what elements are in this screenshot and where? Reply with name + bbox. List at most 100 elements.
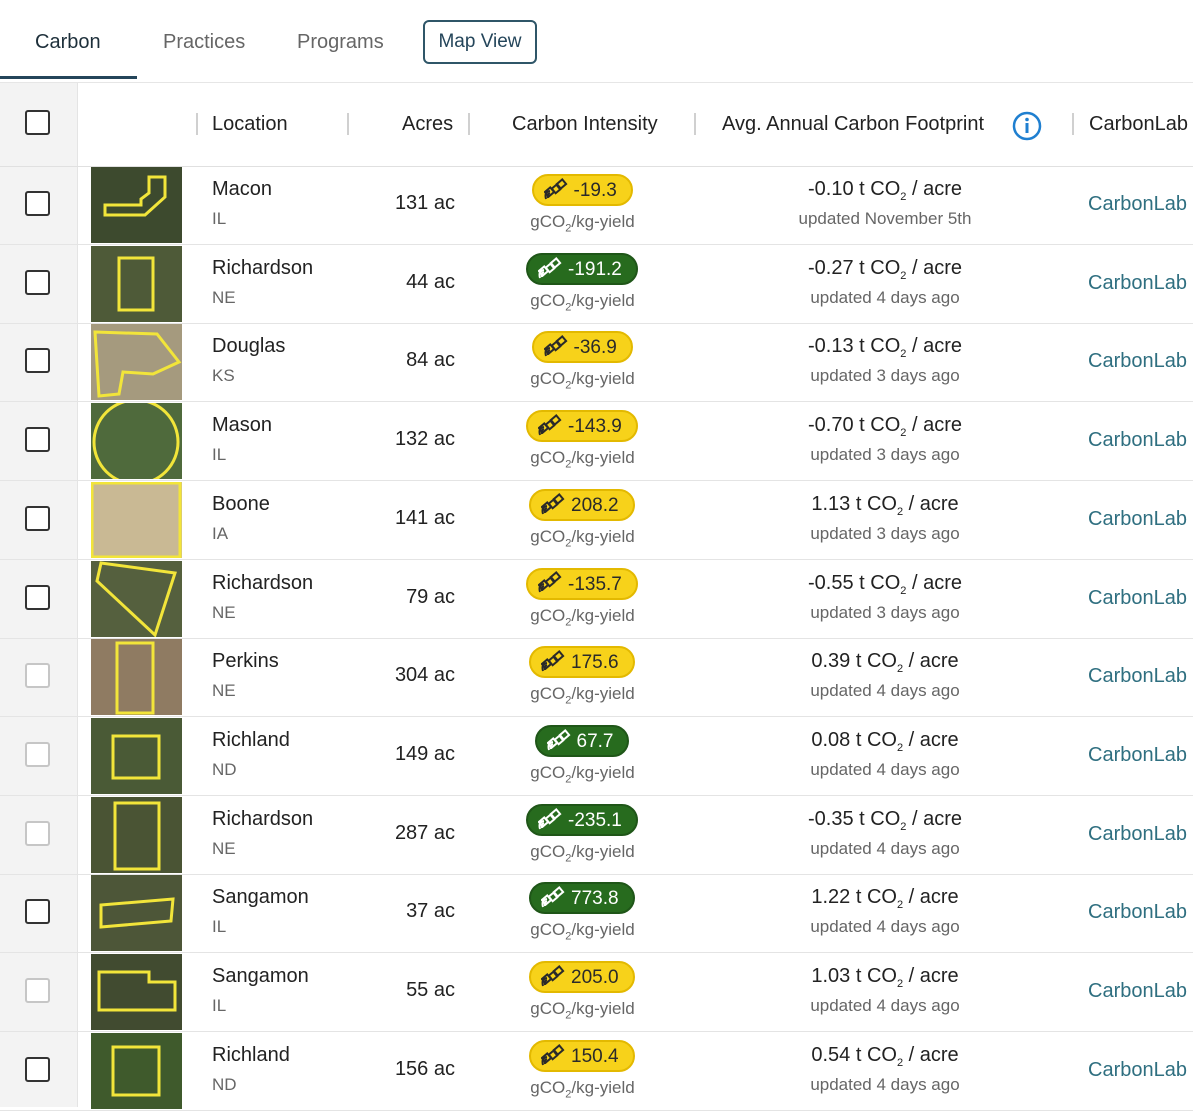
footprint-updated: updated November 5th <box>798 209 972 228</box>
carbonlab-link[interactable]: CarbonLab <box>1088 508 1187 531</box>
field-thumbnail[interactable] <box>91 560 182 637</box>
tab-practices[interactable]: Practices <box>163 0 245 82</box>
location-state: NE <box>212 602 236 622</box>
carbon-intensity-value: -235.1 <box>568 809 622 831</box>
select-all-checkbox[interactable] <box>25 110 50 135</box>
footprint-value: 0.39 t CO2 / acre <box>811 650 959 676</box>
satellite-icon <box>546 728 571 751</box>
table-row[interactable]: Richardson NE 79 ac -135.7 gCO2/kg-yield… <box>0 560 1193 639</box>
carbon-intensity-badge: -191.2 <box>526 252 638 285</box>
row-checkbox[interactable] <box>25 191 50 216</box>
satellite-icon <box>541 886 565 908</box>
row-checkbox[interactable] <box>25 820 50 846</box>
carbonlab-link[interactable]: CarbonLab <box>1088 193 1187 216</box>
column-separator[interactable] <box>468 113 470 135</box>
carbon-intensity-value: 150.4 <box>571 1045 619 1067</box>
table-row[interactable]: Perkins NE 304 ac 175.6 gCO2/kg-yield 0.… <box>0 638 1193 718</box>
carbonlab-link[interactable]: CarbonLab <box>1088 587 1187 610</box>
row-checkbox[interactable] <box>25 269 50 295</box>
footprint-updated: updated 4 days ago <box>810 996 960 1015</box>
location-state: IL <box>212 445 227 465</box>
table-row[interactable]: Richland ND 149 ac 67.7 gCO2/kg-yield 0.… <box>0 717 1193 796</box>
carbon-intensity-value: -19.3 <box>573 180 617 201</box>
tab-carbon[interactable]: Carbon <box>35 0 101 82</box>
carbon-intensity-badge: 67.7 <box>534 724 630 757</box>
carbon-intensity-value: -36.9 <box>573 337 617 359</box>
carbon-intensity-value: 175.6 <box>571 652 619 674</box>
row-checkbox[interactable] <box>25 584 50 610</box>
satellite-icon <box>541 1043 565 1065</box>
row-checkbox[interactable] <box>25 348 50 374</box>
carbon-intensity-unit: gCO2/kg-yield <box>530 762 635 786</box>
location-state: IL <box>212 917 227 937</box>
table-row[interactable]: Sangamon IL 55 ac 205.0 gCO2/kg-yield 1.… <box>0 953 1193 1032</box>
column-header-location[interactable]: Location <box>212 83 288 166</box>
row-checkbox[interactable] <box>25 899 50 925</box>
satellite-icon <box>541 492 565 515</box>
carbonlab-link[interactable]: CarbonLab <box>1088 350 1187 373</box>
field-thumbnail[interactable] <box>91 717 182 794</box>
carbon-intensity-unit: gCO2/kg-yield <box>530 999 635 1022</box>
table-row[interactable]: Boone IA 141 ac 208.2 gCO2/kg-yield 1.13… <box>0 481 1193 560</box>
table-row[interactable]: Mason IL 132 ac -143.9 gCO2/kg-yield -0.… <box>0 402 1193 482</box>
carbon-intensity-badge: -135.7 <box>526 567 638 600</box>
footprint-value: -0.70 t CO2 / acre <box>808 414 962 440</box>
satellite-icon <box>538 571 562 593</box>
row-checkbox[interactable] <box>25 741 50 767</box>
carbonlab-link[interactable]: CarbonLab <box>1088 272 1187 295</box>
column-header-footprint[interactable]: Avg. Annual Carbon Footprint <box>722 83 984 166</box>
map-view-button[interactable]: Map View <box>423 20 537 64</box>
field-thumbnail[interactable] <box>91 796 182 873</box>
column-header-carbon-intensity[interactable]: Carbon Intensity <box>512 83 658 166</box>
field-thumbnail[interactable] <box>91 245 182 322</box>
field-thumbnail[interactable] <box>91 639 182 716</box>
location-name: Richardson <box>212 571 314 594</box>
tab-programs[interactable]: Programs <box>297 0 384 82</box>
info-icon[interactable] <box>1012 111 1042 141</box>
carbonlab-link[interactable]: CarbonLab <box>1088 901 1187 924</box>
table-row[interactable]: Richardson NE 44 ac -191.2 gCO2/kg-yield… <box>0 245 1193 324</box>
row-checkbox[interactable] <box>25 505 50 531</box>
satellite-icon <box>541 650 565 672</box>
row-checkbox[interactable] <box>25 1056 50 1082</box>
carbonlab-link[interactable]: CarbonLab <box>1088 823 1187 846</box>
field-thumbnail[interactable] <box>91 481 182 558</box>
satellite-icon <box>538 807 562 829</box>
table-row[interactable]: Richland ND 156 ac 150.4 gCO2/kg-yield 0… <box>0 1032 1193 1111</box>
column-separator[interactable] <box>347 113 349 135</box>
row-checkbox[interactable] <box>25 663 50 689</box>
acres-value: 156 ac <box>394 1057 455 1080</box>
table-row[interactable]: Richardson NE 287 ac -235.1 gCO2/kg-yiel… <box>0 796 1193 875</box>
footprint-value: 0.54 t CO2 / acre <box>811 1043 959 1069</box>
field-thumbnail[interactable] <box>91 324 182 401</box>
carbon-intensity-value: 67.7 <box>576 730 614 752</box>
column-header-acres[interactable]: Acres <box>402 83 453 166</box>
carbonlab-link[interactable]: CarbonLab <box>1088 744 1187 767</box>
row-checkbox[interactable] <box>25 978 50 1003</box>
carbon-intensity-unit: gCO2/kg-yield <box>530 605 635 628</box>
location-state: IL <box>212 996 227 1015</box>
carbonlab-link[interactable]: CarbonLab <box>1088 980 1187 1003</box>
location-state: NE <box>212 681 236 701</box>
table-row[interactable]: Macon IL 131 ac -19.3 gCO2/kg-yield -0.1… <box>0 166 1193 245</box>
carbon-intensity-value: -191.2 <box>568 258 622 280</box>
carbon-intensity-value: 205.0 <box>571 967 619 988</box>
row-checkbox[interactable] <box>25 427 50 453</box>
table-row[interactable]: Sangamon IL 37 ac 773.8 gCO2/kg-yield 1.… <box>0 874 1193 954</box>
field-thumbnail[interactable] <box>91 954 182 1030</box>
field-thumbnail[interactable] <box>91 403 182 480</box>
carbon-intensity-unit: gCO2/kg-yield <box>530 920 635 943</box>
satellite-icon <box>543 335 568 357</box>
field-thumbnail[interactable] <box>91 167 182 243</box>
column-separator[interactable] <box>694 113 696 135</box>
carbonlab-link[interactable]: CarbonLab <box>1088 429 1187 452</box>
column-header-carbonlab[interactable]: CarbonLab <box>1089 83 1188 166</box>
table-row[interactable]: Douglas KS 84 ac -36.9 gCO2/kg-yield -0.… <box>0 323 1193 403</box>
column-separator[interactable] <box>196 113 198 135</box>
carbonlab-link[interactable]: CarbonLab <box>1088 1059 1187 1082</box>
field-thumbnail[interactable] <box>91 1032 182 1109</box>
field-thumbnail[interactable] <box>91 875 182 952</box>
column-separator[interactable] <box>1072 113 1074 135</box>
footprint-updated: updated 4 days ago <box>810 681 960 701</box>
carbonlab-link[interactable]: CarbonLab <box>1088 665 1187 688</box>
